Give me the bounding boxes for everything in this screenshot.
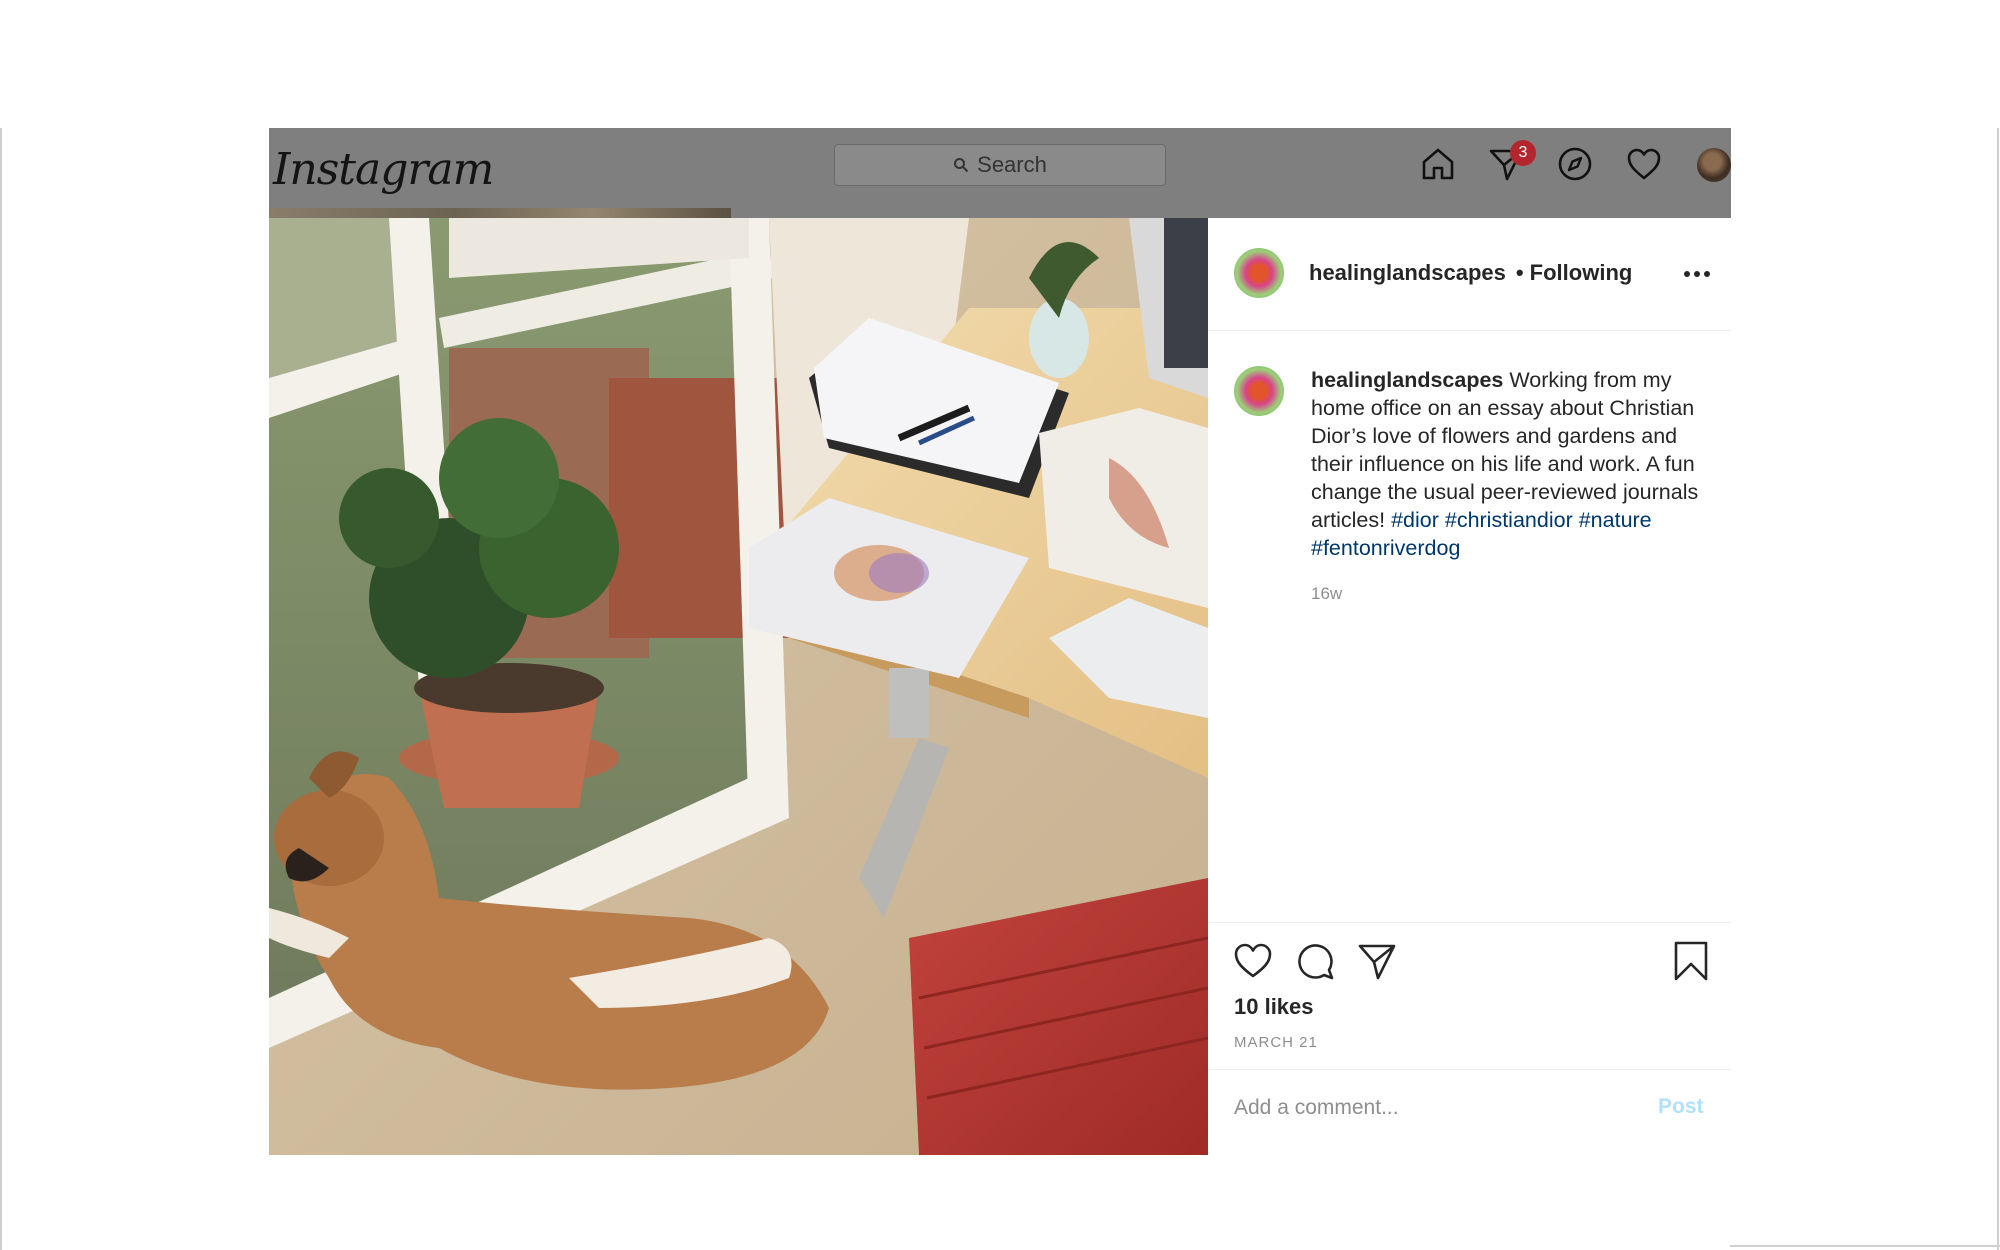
search-placeholder: Search	[977, 152, 1047, 177]
caption-author-avatar[interactable]	[1234, 366, 1284, 416]
author-avatar[interactable]	[1234, 248, 1284, 298]
comment-icon[interactable]	[1294, 940, 1336, 982]
post-header: healinglandscapes • Following	[1309, 260, 1632, 286]
instagram-logo[interactable]: Instagram	[273, 144, 494, 195]
explore-icon[interactable]	[1556, 145, 1594, 183]
caption-username[interactable]: healinglandscapes	[1311, 368, 1503, 392]
hashtag-link[interactable]: #fentonriverdog	[1311, 536, 1460, 560]
post-info-panel: healinglandscapes • Following healinglan…	[1208, 218, 1731, 1155]
photo-top-strip	[269, 208, 731, 218]
top-navigation-bar: Instagram Search	[269, 128, 1731, 218]
direct-notification-badge: 3	[1510, 140, 1536, 166]
save-icon[interactable]	[1670, 940, 1712, 982]
activity-heart-icon[interactable]	[1625, 145, 1663, 183]
following-status[interactable]: • Following	[1516, 260, 1632, 286]
search-box[interactable]: Search	[834, 144, 1166, 186]
home-icon[interactable]	[1419, 145, 1457, 183]
caption-timestamp[interactable]: 16w	[1311, 584, 1342, 604]
window-edge-bottom	[1730, 1245, 2000, 1247]
header-divider	[1208, 330, 1731, 331]
post-date: MARCH 21	[1234, 1034, 1318, 1051]
hashtag-link[interactable]: #christiandior	[1445, 508, 1573, 532]
window-edge-right	[1997, 128, 1999, 1250]
window-edge-left	[0, 128, 2, 1250]
actions-divider	[1208, 922, 1731, 923]
like-icon[interactable]	[1232, 940, 1274, 982]
author-username[interactable]: healinglandscapes	[1309, 260, 1506, 286]
post-caption: healinglandscapes Working from my home o…	[1311, 366, 1716, 562]
post-photo[interactable]	[269, 218, 1208, 1155]
hashtag-link[interactable]: #nature	[1579, 508, 1652, 532]
search-icon	[954, 158, 969, 173]
more-options-icon[interactable]	[1681, 264, 1713, 284]
hashtag-link[interactable]: #dior	[1391, 508, 1439, 532]
profile-avatar[interactable]	[1697, 148, 1731, 182]
comment-input[interactable]	[1234, 1096, 1634, 1120]
post-comment-button[interactable]: Post	[1658, 1095, 1704, 1119]
likes-count[interactable]: 10 likes	[1234, 994, 1314, 1020]
share-icon[interactable]	[1356, 940, 1398, 982]
comment-divider	[1208, 1069, 1731, 1070]
